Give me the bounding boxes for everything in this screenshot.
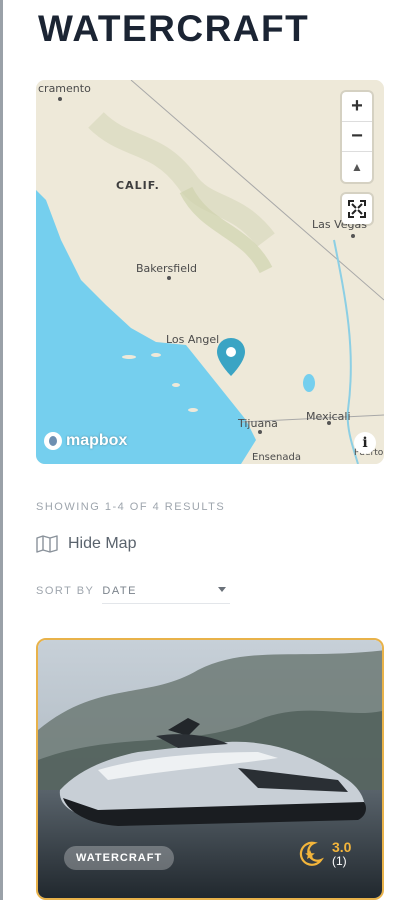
map-location-pin-icon[interactable] [217,338,245,381]
hide-map-button[interactable]: Hide Map [36,535,136,553]
map-terrain [36,80,384,464]
map-fold-icon [36,535,58,553]
map-view[interactable]: cramento CALIF. Bakersfield Las Vegas Lo… [36,80,384,464]
page-left-border [0,0,3,900]
map-label-mexicali: Mexicali [306,410,351,423]
map-zoom-controls: + − ▲ [342,92,372,182]
map-attribution-info-button[interactable]: i [354,432,376,454]
map-label-ensenada: Ensenada [252,452,301,463]
rating-display: 3.0 (1) [296,840,351,868]
map-label-tijuana: Tijuana [238,417,278,430]
mapbox-logo[interactable]: mapbox [44,432,127,450]
results-count: SHOWING 1-4 OF 4 RESULTS [36,501,226,513]
sort-label: SORT BY [36,585,95,597]
fullscreen-button[interactable] [342,194,372,224]
hide-map-label: Hide Map [68,535,137,552]
listing-card[interactable]: WATERCRAFT 3.0 (1) [36,638,384,900]
review-count: (1) [332,854,347,868]
map-label-los-angeles: Los Angel [166,333,220,346]
map-label-sacramento: cramento [38,82,91,95]
fullscreen-icon [348,200,366,218]
map-label-state: CALIF. [116,179,160,192]
zoom-out-button[interactable]: − [342,122,372,152]
zoom-in-button[interactable]: + [342,92,372,122]
chevron-down-icon [218,587,227,592]
map-label-bakersfield: Bakersfield [136,262,198,275]
sort-control: SORT BY DATE [36,578,231,604]
mapbox-logo-icon [44,432,62,450]
rating-score: 3.0 [332,839,352,855]
mapbox-logo-text: mapbox [66,432,128,449]
compass-button[interactable]: ▲ [342,152,372,182]
crescent-star-icon [299,841,324,866]
category-badge: WATERCRAFT [64,846,175,870]
page-title: WATERCRAFT [38,8,310,49]
sort-select[interactable]: DATE [102,578,231,604]
sort-selected-value: DATE [102,584,137,597]
